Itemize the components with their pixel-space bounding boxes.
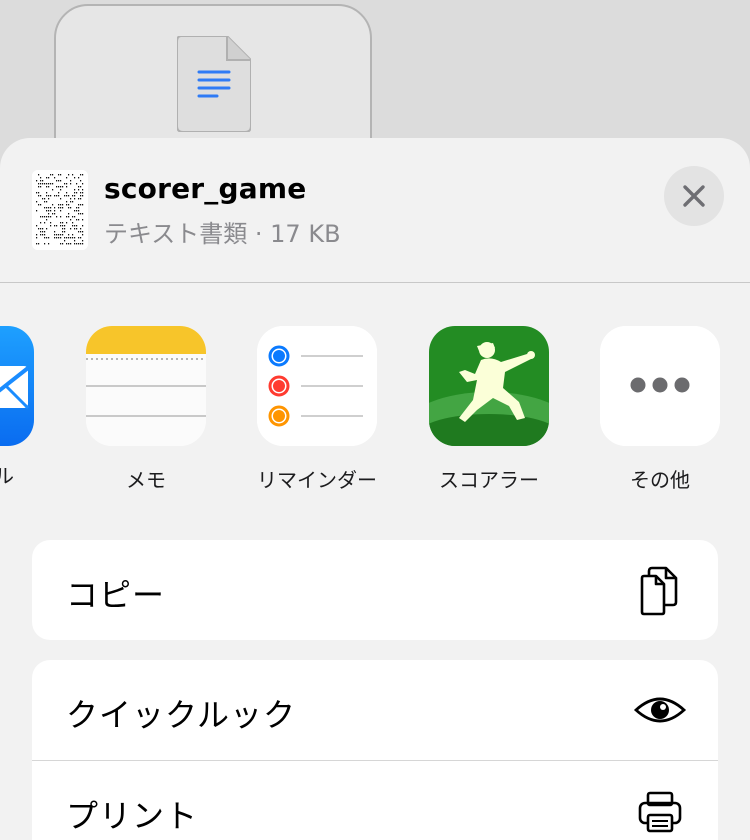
file-meta: テキスト書類 · 17 KB <box>104 220 341 248</box>
app-label-scorer: スコアラー <box>439 468 539 492</box>
app-label-notes: メモ <box>126 468 166 492</box>
file-name: scorer_game <box>104 172 307 205</box>
mail-app-icon <box>0 326 34 446</box>
app-label-reminders: リマインダー <box>257 468 377 492</box>
notes-app-icon <box>86 326 206 446</box>
app-mail[interactable] <box>0 326 34 446</box>
quicklook-action[interactable]: クイックルック <box>32 660 718 760</box>
app-label-mail: ル <box>0 464 14 488</box>
reminders-app-icon <box>257 326 377 446</box>
scorer-app-icon <box>429 326 549 446</box>
action-group-view: クイックルック プリント <box>32 660 718 840</box>
text-preview-icon <box>32 170 88 250</box>
app-label-more: その他 <box>630 468 690 492</box>
printer-icon <box>638 791 682 833</box>
file-thumbnail <box>32 170 88 250</box>
app-scorer[interactable]: スコアラー <box>429 326 549 493</box>
copy-action[interactable]: コピー <box>32 540 718 640</box>
print-label: プリント <box>66 797 199 835</box>
share-sheet-header: scorer_game テキスト書類 · 17 KB <box>0 138 750 283</box>
quicklook-label: クイックルック <box>66 696 297 734</box>
print-action[interactable]: プリント <box>32 760 718 840</box>
app-share-row: ル メモ リマインダー スコアラー その他 <box>0 326 750 492</box>
app-notes[interactable]: メモ <box>86 326 206 493</box>
action-group-copy: コピー <box>32 540 718 640</box>
document-icon <box>177 36 251 132</box>
app-more[interactable]: その他 <box>600 326 720 493</box>
eye-icon <box>633 697 687 723</box>
more-icon <box>600 326 720 446</box>
app-reminders[interactable]: リマインダー <box>257 326 377 493</box>
close-icon <box>683 185 705 207</box>
close-button[interactable] <box>664 166 724 226</box>
copy-icon <box>640 566 678 616</box>
share-sheet: scorer_game テキスト書類 · 17 KB ル メモ リマインダー ス… <box>0 138 750 840</box>
copy-label: コピー <box>66 576 166 614</box>
